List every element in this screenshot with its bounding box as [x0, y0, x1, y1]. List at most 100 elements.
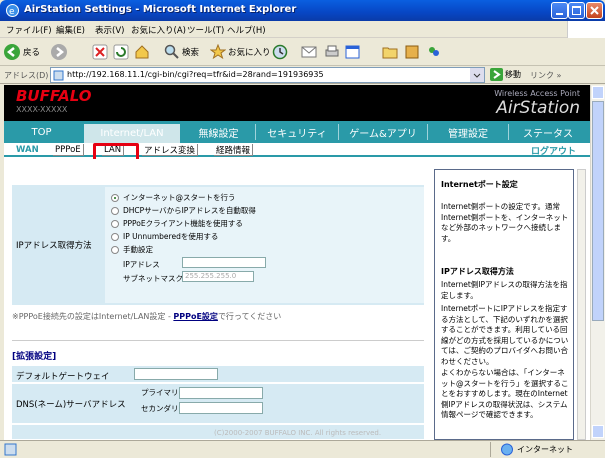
option-pppoe[interactable]: PPPoEクライアント機能を使用する: [111, 218, 243, 229]
subtab-nat[interactable]: アドレス変換: [142, 144, 199, 156]
menu-favorites[interactable]: お気に入り(A): [131, 24, 186, 36]
subtab-routing[interactable]: 経路情報: [214, 144, 254, 156]
edit-button[interactable]: [345, 42, 363, 62]
svg-text:e: e: [9, 7, 15, 17]
printer-icon: [325, 45, 339, 57]
menu-edit[interactable]: 編集(E): [56, 24, 85, 36]
ip-method-label: IPアドレス取得方法: [16, 241, 92, 251]
page-icon: [53, 70, 64, 81]
pppoe-settings-link[interactable]: PPPoE設定: [173, 312, 218, 321]
search-icon: [164, 44, 179, 59]
help-scrollbar[interactable]: [577, 169, 586, 440]
radio-icon: [111, 206, 119, 215]
forward-button[interactable]: [50, 42, 68, 62]
close-button[interactable]: [586, 2, 603, 19]
home-button[interactable]: [134, 42, 150, 62]
scroll-thumb[interactable]: [592, 101, 604, 321]
favorites-button[interactable]: お気に入り: [210, 42, 271, 62]
stop-button[interactable]: [92, 42, 108, 62]
address-input[interactable]: http://192.168.11.1/cgi-bin/cgi?req=tfr&…: [50, 67, 485, 83]
tab-status[interactable]: ステータス: [509, 121, 587, 143]
back-arrow-icon: [4, 44, 20, 60]
toolbar: 戻る 検索 お気に入り: [0, 38, 605, 66]
tab-admin[interactable]: 管理設定: [428, 121, 508, 143]
ie-icon: e: [6, 4, 19, 17]
subtab-pppoe[interactable]: PPPoE: [53, 144, 84, 156]
go-arrow-icon: [490, 68, 503, 81]
research-button[interactable]: [404, 42, 420, 62]
close-icon: [590, 6, 599, 15]
ip-method-options: インターネット@スタートを行う DHCPサーバからIPアドレスを自動取得 PPP…: [105, 187, 424, 303]
tagline: Wireless Access Point: [494, 89, 580, 98]
option-dhcp[interactable]: DHCPサーバからIPアドレスを自動取得: [111, 205, 256, 216]
page-scrollbar[interactable]: [590, 85, 605, 440]
menu-view[interactable]: 表示(V): [95, 24, 124, 36]
folder-icon: [382, 47, 398, 59]
help-heading-internet-port: Internetポート設定: [441, 180, 518, 189]
help-box: Internetポート設定 Internet側ポートの設定です。通常Intern…: [434, 169, 574, 440]
secondary-dns-label: セカンダリ:: [141, 404, 182, 413]
minimize-button[interactable]: [551, 2, 568, 19]
scroll-up-arrow[interactable]: [592, 86, 604, 99]
page-status-icon: [4, 443, 17, 456]
windows-logo: [567, 21, 605, 38]
help-heading-ip-method: IPアドレス取得方法: [441, 267, 514, 276]
tab-top[interactable]: TOP: [14, 121, 69, 143]
radio-icon: [111, 232, 119, 241]
secondary-dns-input[interactable]: [179, 402, 263, 414]
subnet-mask-label: サブネットマスク: [123, 274, 183, 283]
radio-icon: [111, 193, 119, 202]
refresh-button[interactable]: [113, 42, 129, 62]
tab-wireless[interactable]: 無線設定: [182, 121, 255, 143]
menu-file[interactable]: ファイル(F): [6, 24, 52, 36]
help-text-internet-port: Internet側ポートの設定です。通常Internet側ポートを、インターネッ…: [441, 202, 569, 243]
address-label: アドレス(D): [4, 71, 49, 80]
default-gateway-input[interactable]: [134, 368, 218, 380]
status-bar: インターネット: [0, 440, 605, 458]
option-internet-start[interactable]: インターネット@スタートを行う: [111, 192, 236, 203]
menu-help[interactable]: ヘルプ(H): [227, 24, 266, 36]
option-ip-unnumbered[interactable]: IP Unnumberedを使用する: [111, 231, 218, 242]
discuss-button[interactable]: [382, 42, 398, 62]
menu-tools[interactable]: ツール(T): [187, 24, 224, 36]
primary-dns-input[interactable]: [179, 387, 263, 399]
dns-server-label: DNS(ネーム)サーバアドレス: [16, 400, 126, 410]
default-gateway-label: デフォルトゲートウェイ: [16, 372, 110, 382]
mail-icon: [301, 46, 317, 58]
address-dropdown[interactable]: [470, 68, 484, 82]
dns-server-row: DNS(ネーム)サーバアドレス プライマリ: セカンダリ:: [12, 384, 424, 424]
subnet-mask-select[interactable]: 255.255.255.0: [182, 271, 254, 282]
subtab-wan[interactable]: WAN: [14, 144, 41, 156]
primary-dns-label: プライマリ:: [141, 388, 182, 397]
maximize-button[interactable]: [568, 2, 585, 19]
settings-panel: IPアドレス取得方法 インターネット@スタートを行う DHCPサーバからIPアド…: [4, 159, 429, 440]
internet-zone-icon: [501, 443, 513, 456]
stop-icon: [92, 44, 108, 60]
page-viewport: BUFFALO XXXX-XXXXX Wireless Access Point…: [4, 85, 590, 440]
back-button[interactable]: 戻る: [3, 42, 40, 62]
mail-button[interactable]: [301, 42, 319, 62]
airstation-logo: AirStation: [496, 98, 580, 118]
scroll-down-arrow[interactable]: [592, 425, 604, 438]
tab-internet-lan[interactable]: Internet/LAN: [84, 121, 180, 143]
option-manual[interactable]: 手動設定: [111, 244, 153, 255]
tab-game-apps[interactable]: ゲーム&アプリ: [339, 121, 427, 143]
logout-link[interactable]: ログアウト: [531, 144, 576, 157]
ip-address-input[interactable]: [182, 257, 266, 268]
divider: [12, 340, 424, 341]
ip-address-label: IPアドレス: [123, 260, 160, 269]
history-button[interactable]: [272, 42, 288, 62]
messenger-button[interactable]: [426, 42, 442, 62]
help-panel: Internetポート設定 Internet側ポートの設定です。通常Intern…: [429, 159, 590, 440]
print-button[interactable]: [324, 42, 340, 62]
help-text-ip-method-a: Internet側IPアドレスの取得方法を指定します。: [441, 280, 568, 300]
links-button[interactable]: リンク »: [530, 70, 561, 81]
tab-security[interactable]: セキュリティ: [256, 121, 338, 143]
search-button[interactable]: 検索: [164, 42, 199, 62]
copyright-text: (C)2000-2007 BUFFALO INC. All rights res…: [214, 429, 382, 437]
forward-arrow-icon: [51, 44, 67, 60]
ip-acquisition-section: IPアドレス取得方法 インターネット@スタートを行う DHCPサーバからIPアド…: [12, 185, 424, 305]
refresh-icon: [113, 44, 129, 60]
go-button[interactable]: 移動: [490, 68, 521, 81]
help-text-ip-method-b: InternetポートにIPアドレスを指定する方法として、下記のいずれかを選択す…: [441, 304, 569, 366]
